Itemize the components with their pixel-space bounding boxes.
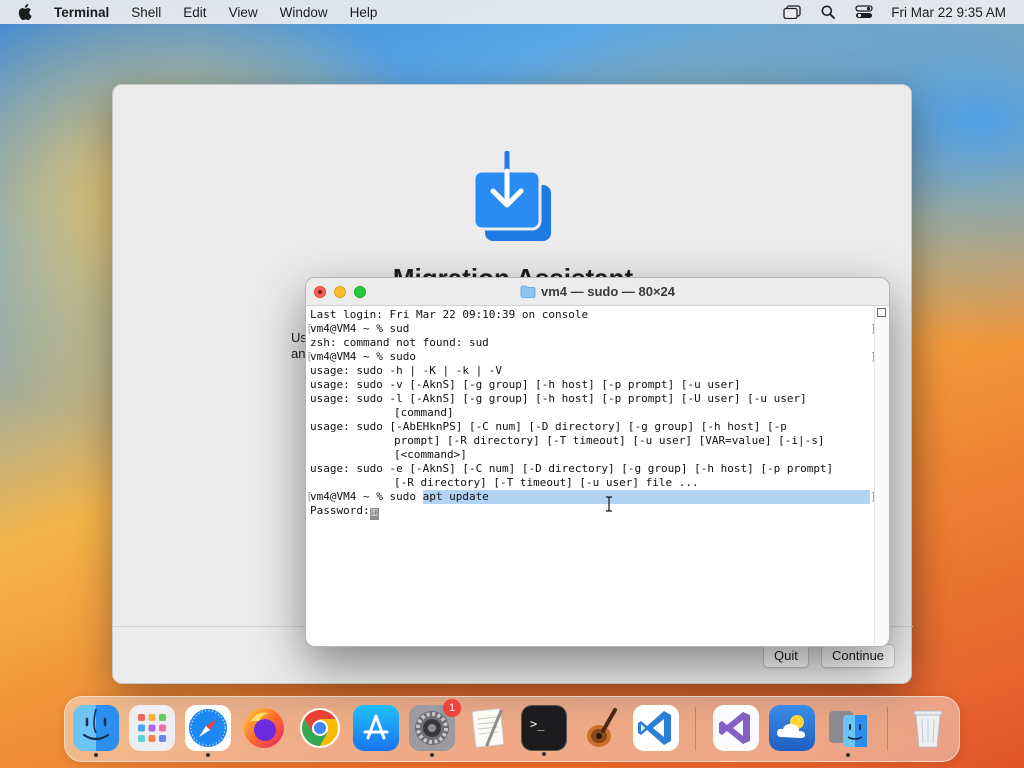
dock-textedit-icon[interactable] [465,705,511,751]
migration-description-fragment: an [291,346,306,361]
dock-separator [695,707,696,751]
terminal-titlebar[interactable]: vm4 — sudo — 80×24 [306,278,889,306]
terminal-line: prompt] [-R directory] [-T timeout] [-u … [394,434,825,447]
menu-clock[interactable]: Fri Mar 22 9:35 AM [891,5,1006,20]
menu-shell[interactable]: Shell [131,5,161,20]
dock-terminal-icon[interactable]: >_ [521,705,567,756]
dock-vscode-icon[interactable] [633,705,679,751]
dock-chrome-icon[interactable] [297,705,343,751]
menu-view[interactable]: View [229,5,258,20]
terminal-prompt-line: Password:⚿ [310,504,379,520]
menu-bar: Terminal Shell Edit View Window Help Fri… [0,0,1024,24]
terminal-line: usage: sudo [-AbEHknPS] [-C num] [-D dir… [310,420,787,433]
dock-weather-icon[interactable] [769,705,815,751]
terminal-line: usage: sudo -v [-AknS] [-g group] [-h ho… [310,378,741,391]
key-cursor-icon: ⚿ [369,508,379,520]
dock: 1 >_ [64,696,960,762]
dock-instruments-icon[interactable] [577,705,623,751]
split-pane-icon[interactable] [877,308,886,317]
running-indicator [542,752,546,756]
terminal-line: [<command>] [394,448,467,461]
running-indicator [430,753,434,757]
text-selection-highlight [423,490,870,504]
menu-app-name[interactable]: Terminal [54,5,109,20]
menu-window[interactable]: Window [280,5,328,20]
apple-icon[interactable] [18,4,38,20]
dock-trash-icon[interactable] [905,705,951,751]
control-center-icon[interactable] [855,5,873,19]
dock-visual-studio-icon[interactable] [713,705,759,751]
terminal-title-text: vm4 — sudo — 80×24 [540,284,676,299]
terminal-title: vm4 — sudo — 80×24 [306,278,889,306]
dock-separator [887,707,888,751]
menu-help[interactable]: Help [350,5,378,20]
terminal-window[interactable]: vm4 — sudo — 80×24 Last login: Fri Mar 2… [305,277,890,647]
notification-badge: 1 [443,699,461,717]
window-switcher-icon[interactable] [783,5,801,19]
dock-firefox-icon[interactable] [241,705,287,751]
menu-edit[interactable]: Edit [183,5,206,20]
dock-migration-assistant-icon[interactable] [825,705,871,757]
dock-system-preferences-icon[interactable]: 1 [409,699,461,757]
terminal-line: usage: sudo -l [-AknS] [-g group] [-h ho… [310,392,807,405]
terminal-line: usage: sudo -h | -K | -k | -V [310,364,503,377]
migration-download-icon [471,150,555,245]
terminal-line: [vm4@VM4 ~ % sud] [306,322,877,335]
dock-safari-icon[interactable] [185,705,231,757]
dock-launchpad-icon[interactable] [129,705,175,751]
terminal-output[interactable]: Last login: Fri Mar 22 09:10:39 on conso… [306,308,877,646]
quit-button[interactable]: Quit [763,644,809,668]
svg-text:>_: >_ [530,717,545,731]
continue-button[interactable]: Continue [821,644,896,668]
terminal-line: [vm4@VM4 ~ % sudo] [306,350,877,363]
spotlight-search-icon[interactable] [821,5,836,19]
terminal-line: Last login: Fri Mar 22 09:10:39 on conso… [310,308,589,321]
terminal-line: zsh: command not found: sud [310,336,489,349]
dock-app-store-icon[interactable] [353,705,399,751]
running-indicator [94,753,98,757]
terminal-line: usage: sudo -e [-AknS] [-C num] [-D dire… [310,462,834,475]
ibeam-cursor-icon [606,496,612,512]
terminal-line: [-R directory] [-T timeout] [-u user] fi… [394,476,699,489]
running-indicator [846,753,850,757]
dock-finder-icon[interactable] [73,705,119,757]
terminal-scrollbar[interactable] [874,306,889,646]
folder-icon [520,280,536,308]
terminal-line: [command] [394,406,454,419]
running-indicator [206,753,210,757]
terminal-line-selected[interactable]: [vm4@VM4 ~ % sudo apt update] [306,490,877,504]
